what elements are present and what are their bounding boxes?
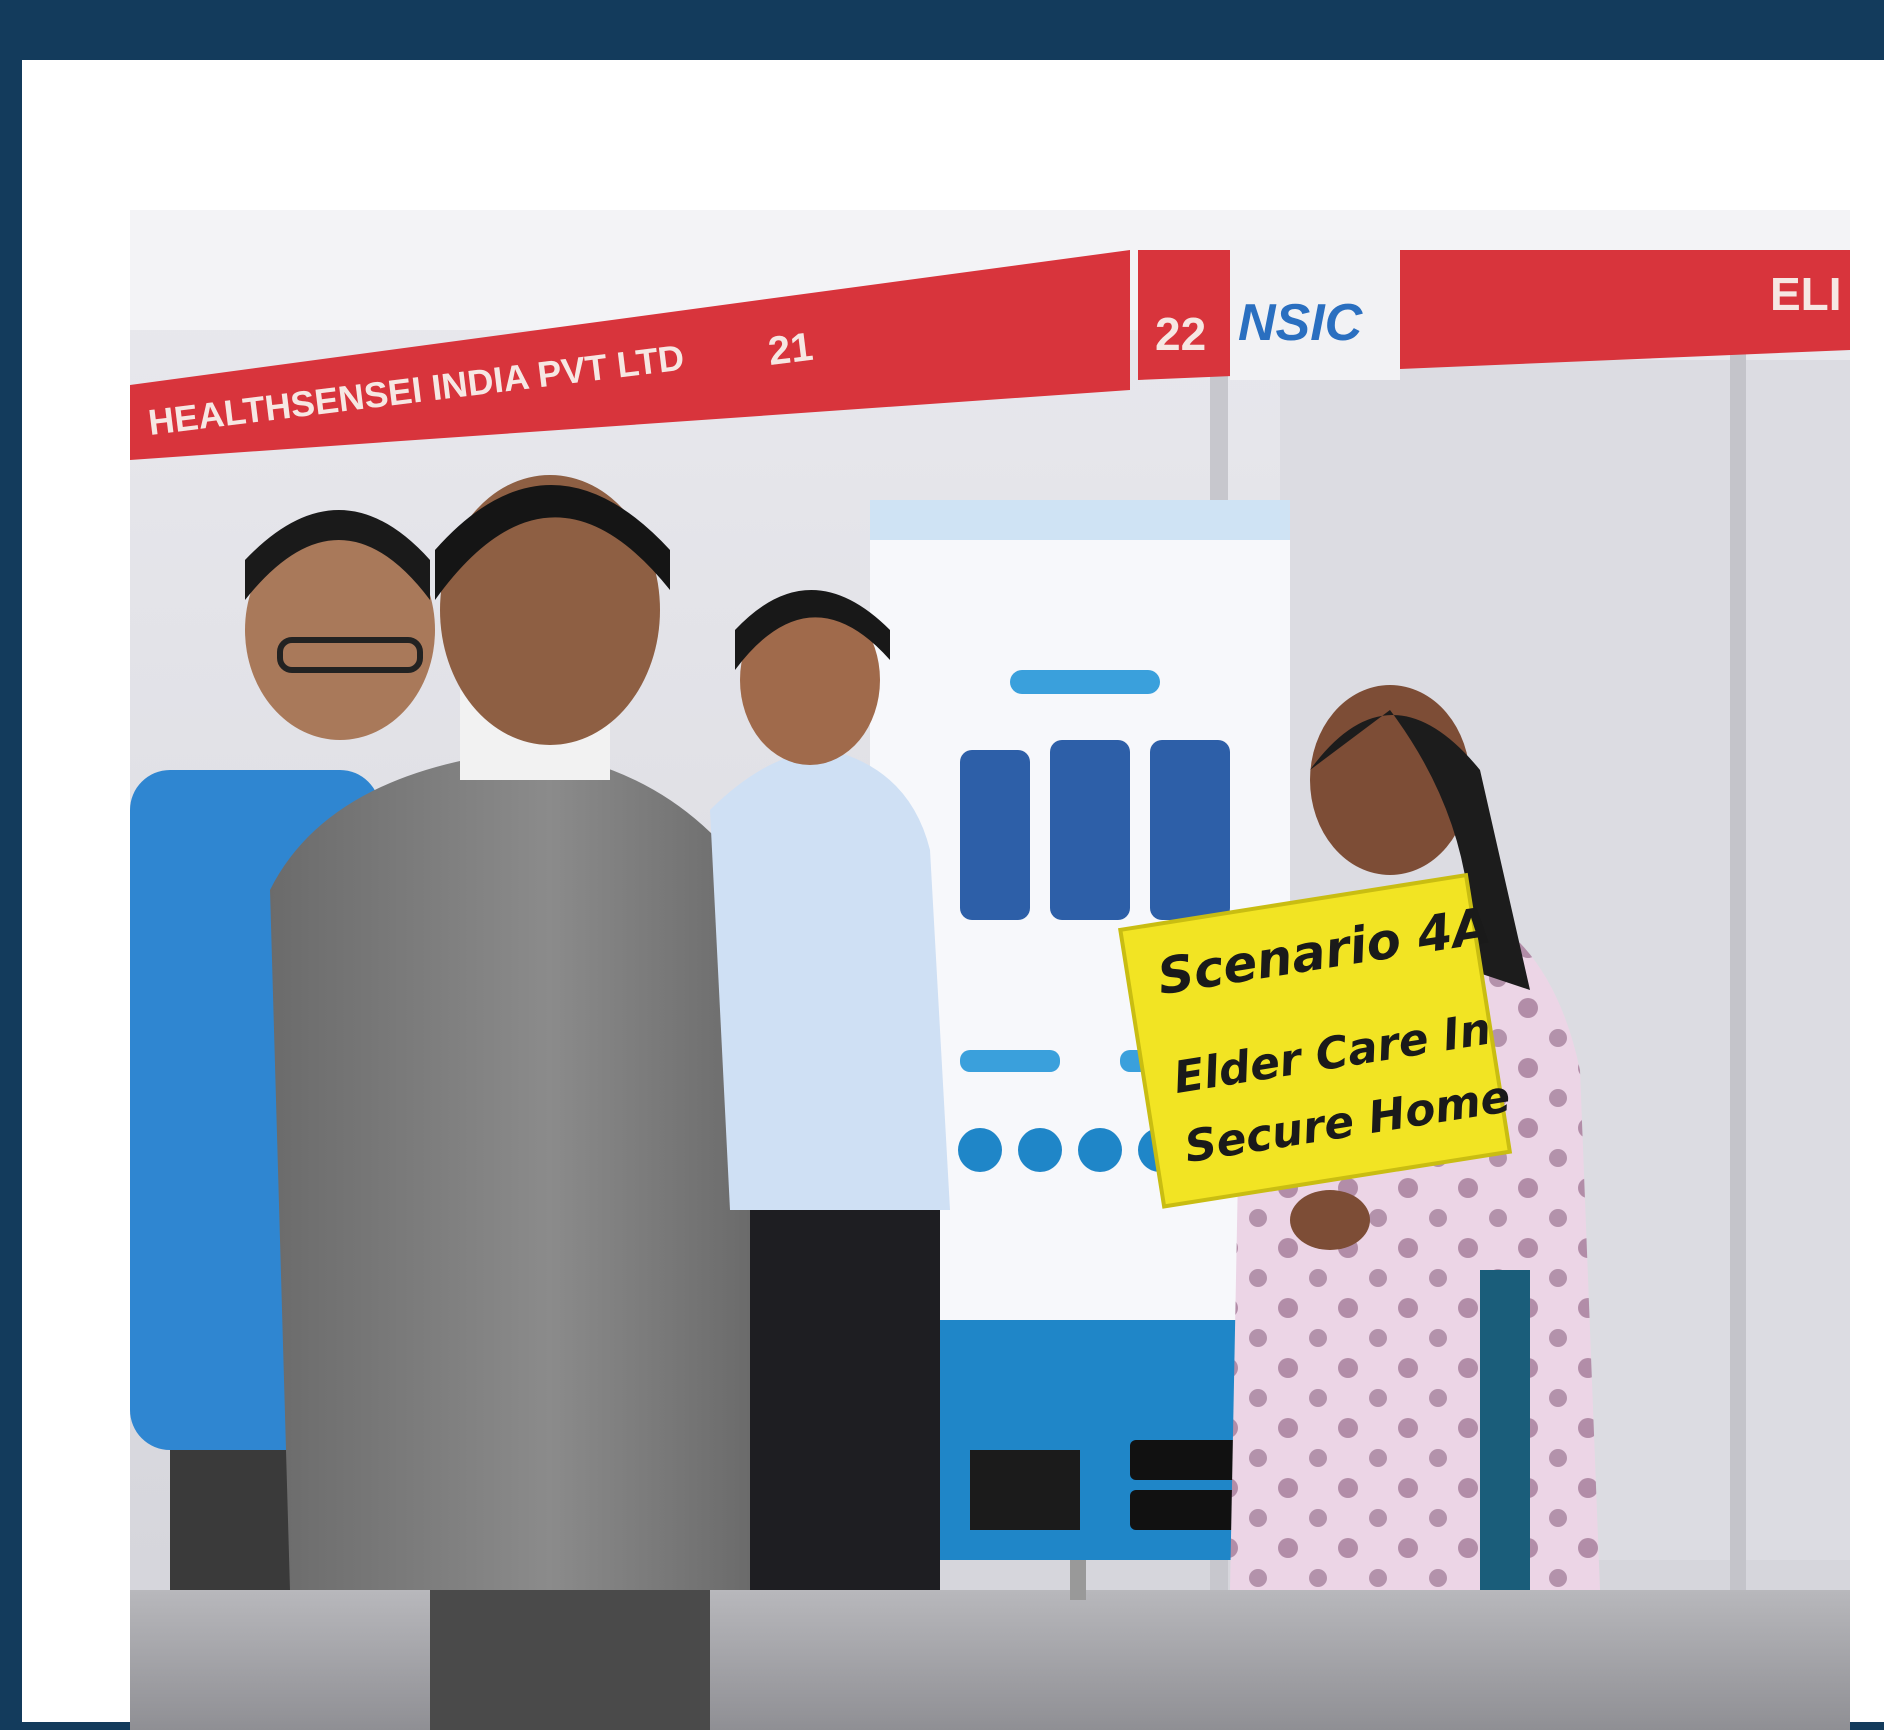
photo-frame: HEALTHSENSEI INDIA PVT LTD 21 22 NSIC EL… bbox=[22, 60, 1884, 1730]
nsic-logo-text: NSIC bbox=[1238, 294, 1364, 352]
exhibition-photo: HEALTHSENSEI INDIA PVT LTD 21 22 NSIC EL… bbox=[130, 210, 1850, 1730]
floor bbox=[130, 1590, 1850, 1730]
scenario-placard: Scenario 4A Elder Care In Secure Home bbox=[1118, 872, 1514, 1209]
booth-number-right: 22 bbox=[1155, 308, 1206, 360]
booth-number-left: 21 bbox=[766, 325, 816, 374]
photo-illustration: HEALTHSENSEI INDIA PVT LTD 21 22 NSIC EL… bbox=[130, 210, 1850, 1730]
booth-banner-right-text: ELI bbox=[1770, 268, 1842, 320]
